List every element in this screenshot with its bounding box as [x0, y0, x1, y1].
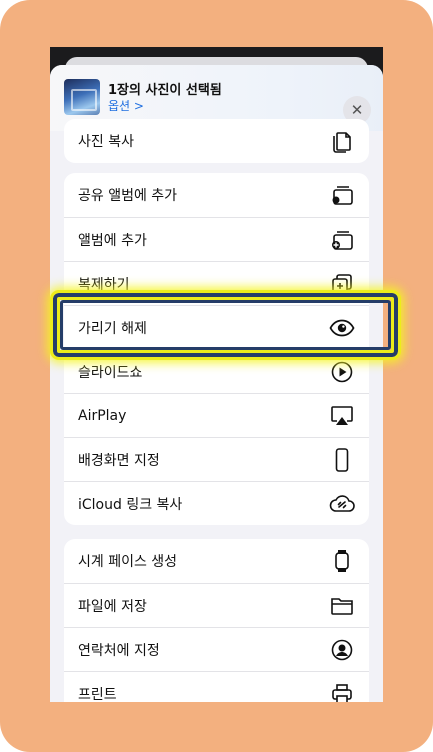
selection-title: 1장의 사진이 선택됨: [108, 83, 222, 98]
set-wallpaper-item[interactable]: 배경화면 지정: [64, 437, 369, 481]
options-link[interactable]: 옵션 >: [108, 97, 144, 114]
add-to-album-item[interactable]: 앨범에 추가: [64, 217, 369, 261]
item-label: 시계 페이스 생성: [78, 554, 178, 570]
item-label: 연락처에 지정: [78, 642, 160, 659]
add-to-shared-album-item[interactable]: 공유 앨범에 추가: [64, 173, 369, 217]
item-label: AirPlay: [78, 407, 127, 424]
action-group-more: 시계 페이스 생성 파일에 저장 연락처에 지정 프린트: [64, 539, 369, 702]
phone-icon: [329, 447, 355, 473]
photo-thumbnail: [64, 79, 100, 115]
folder-icon: [329, 593, 355, 619]
item-label: 사진 복사: [78, 134, 134, 150]
item-label: 파일에 저장: [78, 598, 147, 615]
item-label: iCloud 링크 복사: [78, 496, 183, 513]
play-circle-icon: [329, 359, 355, 385]
contact-icon: [329, 637, 355, 663]
item-label: 복제하기: [78, 276, 130, 293]
album-add-icon: [329, 227, 355, 253]
action-group-copy: 사진 복사: [64, 119, 369, 163]
airplay-item[interactable]: AirPlay: [64, 393, 369, 437]
printer-icon: [329, 681, 355, 702]
close-icon: ✕: [350, 101, 364, 119]
device-frame: 1장의 사진이 선택됨 옵션 > ✕ 사진 복사 공유 앨범에 추가 앨범에 추…: [0, 0, 433, 752]
copy-photo-item[interactable]: 사진 복사: [64, 119, 369, 163]
item-label: 프린트: [78, 686, 117, 703]
shared-album-add-icon: [329, 182, 355, 208]
save-to-files-item[interactable]: 파일에 저장: [64, 583, 369, 627]
item-label: 슬라이드쇼: [78, 364, 143, 381]
print-item[interactable]: 프린트: [64, 671, 369, 702]
copy-icloud-link-item[interactable]: iCloud 링크 복사: [64, 481, 369, 525]
airplay-icon: [329, 403, 355, 429]
screen: 1장의 사진이 선택됨 옵션 > ✕ 사진 복사 공유 앨범에 추가 앨범에 추…: [50, 47, 383, 702]
assign-to-contact-item[interactable]: 연락처에 지정: [64, 627, 369, 671]
watch-icon: [329, 548, 355, 574]
item-label: 앨범에 추가: [78, 232, 147, 249]
highlight-box: [50, 290, 401, 360]
create-watch-face-item[interactable]: 시계 페이스 생성: [64, 539, 369, 583]
item-label: 공유 앨범에 추가: [78, 188, 178, 204]
cloud-link-icon: [329, 491, 355, 517]
share-sheet: 1장의 사진이 선택됨 옵션 > ✕ 사진 복사 공유 앨범에 추가 앨범에 추…: [50, 65, 383, 702]
copy-icon: [329, 128, 355, 154]
item-label: 배경화면 지정: [78, 452, 160, 469]
